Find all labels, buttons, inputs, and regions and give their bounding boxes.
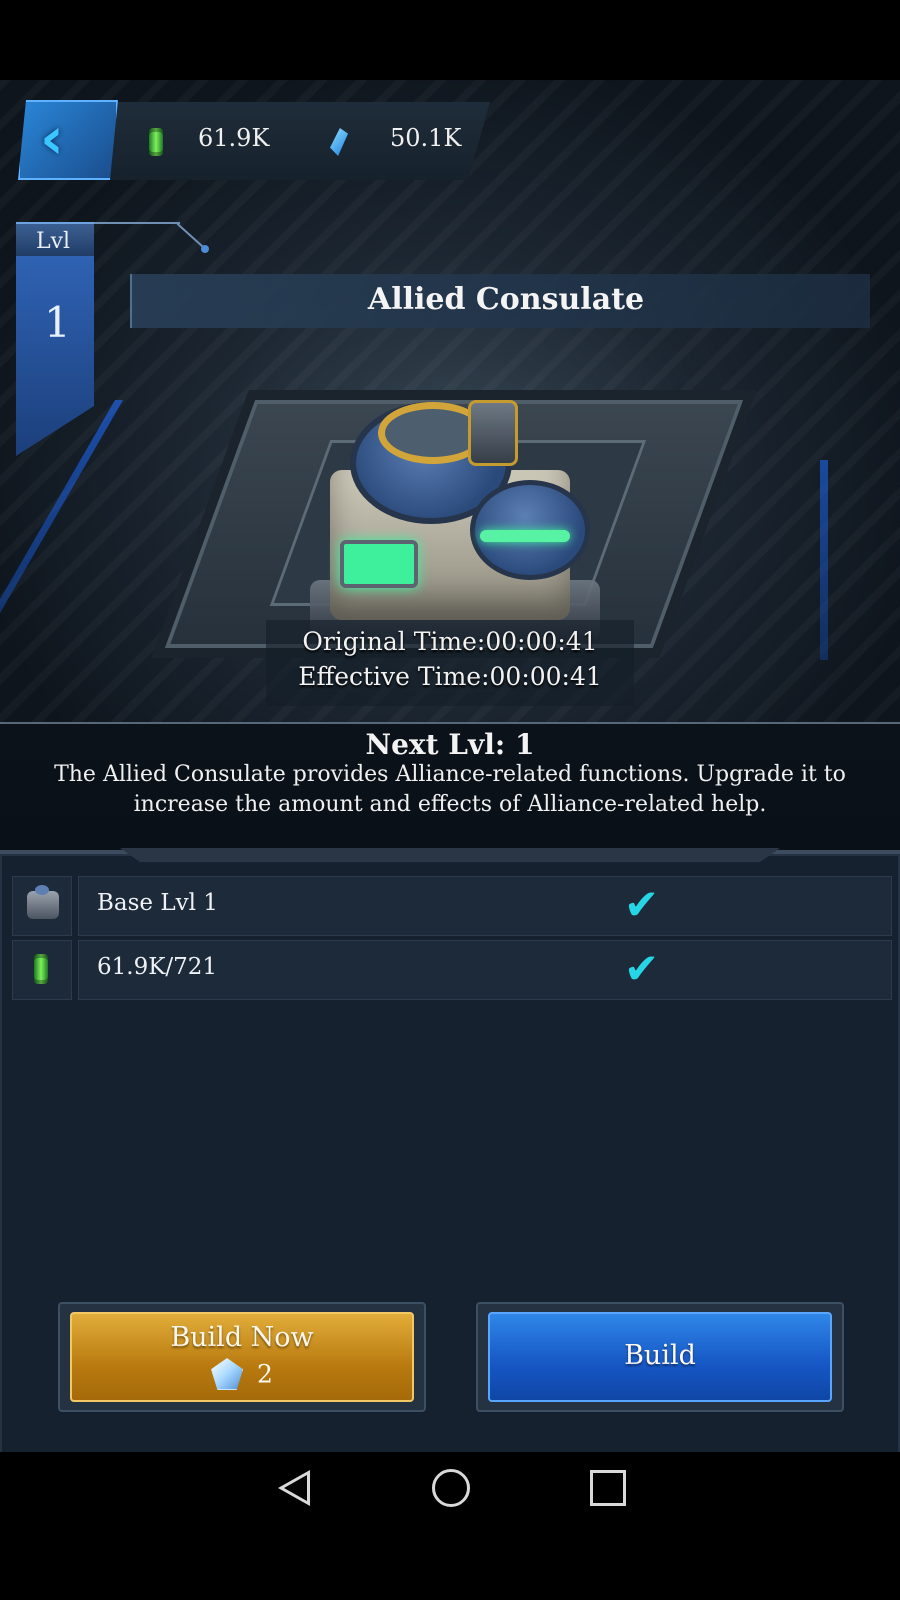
requirement-label: Base Lvl 1 xyxy=(97,890,218,916)
level-decor-dot xyxy=(201,245,209,253)
build-now-button[interactable]: Build Now 2 xyxy=(70,1312,414,1402)
building-light-panel xyxy=(340,540,418,588)
gem-cost: 2 xyxy=(72,1358,412,1390)
back-button-frame xyxy=(18,100,118,180)
nav-recent-apps-icon[interactable] xyxy=(590,1470,626,1506)
requirement-row: Base Lvl 1 ✔ xyxy=(12,876,892,936)
checkmark-icon: ✔ xyxy=(624,944,660,993)
build-label: Build xyxy=(624,1340,696,1371)
allied-consulate-building-image xyxy=(290,380,630,660)
requirement-icon-cell xyxy=(12,876,72,936)
panel-frame-top xyxy=(120,848,780,862)
build-button[interactable]: Build xyxy=(488,1312,832,1402)
level-number: 1 xyxy=(44,298,71,347)
next-level-heading: Next Lvl: 1 xyxy=(365,728,535,761)
status-bar xyxy=(0,0,900,80)
building-light-band xyxy=(480,530,570,542)
crystal-amount: 50.1K xyxy=(390,124,462,152)
chevron-left-icon: ‹ xyxy=(40,104,64,172)
effective-time: Effective Time:00:00:41 xyxy=(298,662,602,691)
building-description: The Allied Consulate provides Alliance-r… xyxy=(54,762,846,817)
building-chimney xyxy=(468,400,518,466)
back-button[interactable]: ‹ xyxy=(18,100,118,180)
building-title: Allied Consulate xyxy=(367,282,645,317)
requirement-row: 61.9K/721 ✔ xyxy=(12,940,892,1000)
nav-back-icon[interactable] xyxy=(278,1470,310,1506)
level-label: Lvl xyxy=(36,229,71,254)
requirement-label: 61.9K/721 xyxy=(97,954,218,980)
level-decor-line xyxy=(94,222,180,224)
oil-barrel-icon xyxy=(149,128,163,156)
base-building-icon xyxy=(27,885,59,919)
checkmark-icon: ✔ xyxy=(624,880,660,929)
original-time: Original Time:00:00:41 xyxy=(302,627,598,656)
build-now-label: Build Now xyxy=(170,1322,314,1353)
nav-home-icon[interactable] xyxy=(432,1469,470,1507)
gem-cost-value: 2 xyxy=(257,1359,273,1389)
oil-resource-pill[interactable] xyxy=(88,102,303,180)
oil-amount: 61.9K xyxy=(198,124,270,152)
oil-barrel-icon xyxy=(34,954,48,984)
diamond-gem-icon xyxy=(211,1358,244,1390)
